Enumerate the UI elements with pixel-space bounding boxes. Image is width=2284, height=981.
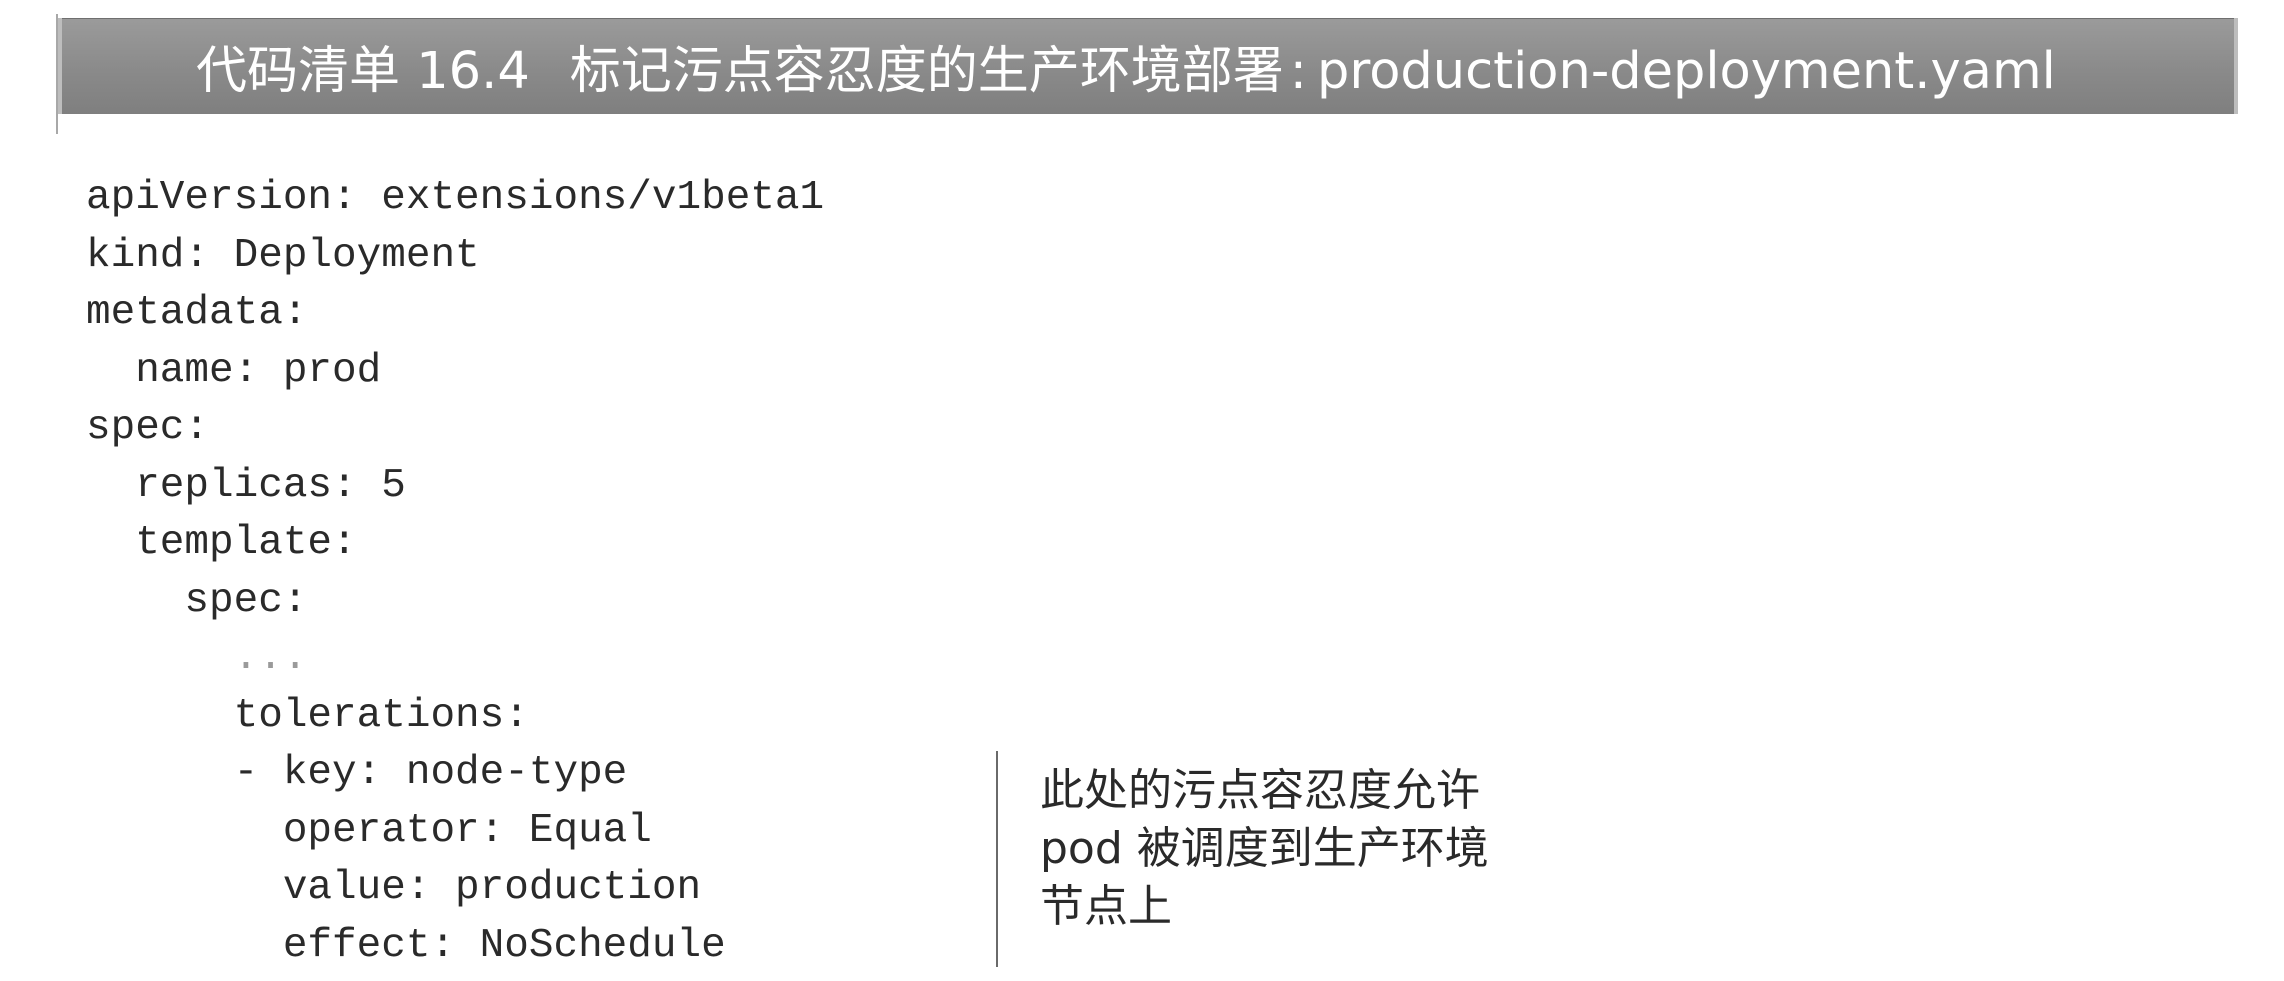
annotation-rule <box>996 751 998 967</box>
code-block: apiVersion: extensions/v1beta1 kind: Depl… <box>86 170 824 975</box>
listing-label: 代码清单 16.4 <box>196 42 530 101</box>
code-line-value: value: production <box>86 865 702 911</box>
listing-title: 代码清单 16.4 标记污点容忍度的生产环境部署: production-deplo… <box>196 29 2056 103</box>
code-line-replicas: replicas: 5 <box>86 462 406 509</box>
code-line-key: - key: node-type <box>86 750 628 796</box>
code-line-name: name: prod <box>86 347 382 394</box>
code-line-template-spec: spec: <box>86 577 308 624</box>
annotation-line: pod 被调度到生产环境 <box>1040 823 1489 874</box>
code-line-metadata: metadata: <box>86 290 308 336</box>
code-line-template: template: <box>86 520 357 566</box>
annotation-line: 节点上 <box>1040 881 1172 932</box>
code-line-api-version: apiVersion: extensions/v1beta1 <box>86 175 825 221</box>
annotation-line: 此处的污点容忍度允许 <box>1040 765 1480 816</box>
header-corner-mark <box>56 14 68 134</box>
code-line-effect: effect: NoSchedule <box>86 922 726 969</box>
listing-caption: 标记污点容忍度的生产环境部署 <box>569 42 1284 101</box>
code-line-kind: kind: Deployment <box>86 232 480 279</box>
annotation-text: 此处的污点容忍度允许 pod 被调度到生产环境 节点上 <box>1040 762 1600 936</box>
code-line-ellipsis: ... <box>86 635 308 681</box>
listing-filename: production-deployment.yaml <box>1316 42 2056 101</box>
code-line-spec: spec: <box>86 405 210 451</box>
listing-separator: : <box>1289 42 1307 101</box>
listing-header: 代码清单 16.4 标记污点容忍度的生产环境部署: production-deplo… <box>56 14 2238 134</box>
code-line-operator: operator: Equal <box>86 807 652 854</box>
code-line-tolerations: tolerations: <box>86 692 529 739</box>
